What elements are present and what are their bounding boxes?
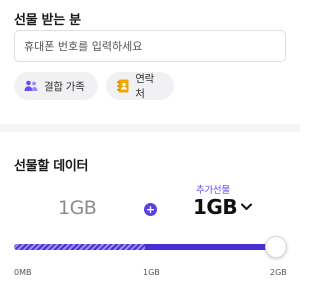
extra-amount-value: 1GB <box>193 195 238 219</box>
slider-min-label: 0MB <box>14 268 32 277</box>
contacts-label: 연락처 <box>135 73 155 100</box>
extra-gift-label: 추가선물 <box>196 185 230 196</box>
extra-amount-select[interactable]: 1GB <box>193 195 253 219</box>
slider-mid-label: 1GB <box>143 268 160 277</box>
section-divider <box>0 124 300 132</box>
slider-extra-fill <box>145 244 276 250</box>
contacts-book-icon <box>116 79 129 93</box>
family-group-label: 결합 가족 <box>44 80 85 93</box>
family-group-button[interactable]: 결합 가족 <box>14 72 98 100</box>
slider-base-fill <box>14 244 145 250</box>
section-title-gift-data: 선물할 데이터 <box>14 159 89 174</box>
section-title-recipient: 선물 받는 분 <box>14 13 81 28</box>
data-slider[interactable] <box>14 244 276 250</box>
phone-number-input[interactable] <box>14 30 286 62</box>
plus-icon: + <box>144 203 157 216</box>
contacts-button[interactable]: 연락처 <box>106 72 174 100</box>
chevron-down-icon <box>241 203 253 211</box>
people-icon <box>24 79 38 93</box>
slider-thumb[interactable] <box>265 236 287 258</box>
base-data-amount: 1GB <box>58 197 97 219</box>
slider-max-label: 2GB <box>270 268 287 277</box>
